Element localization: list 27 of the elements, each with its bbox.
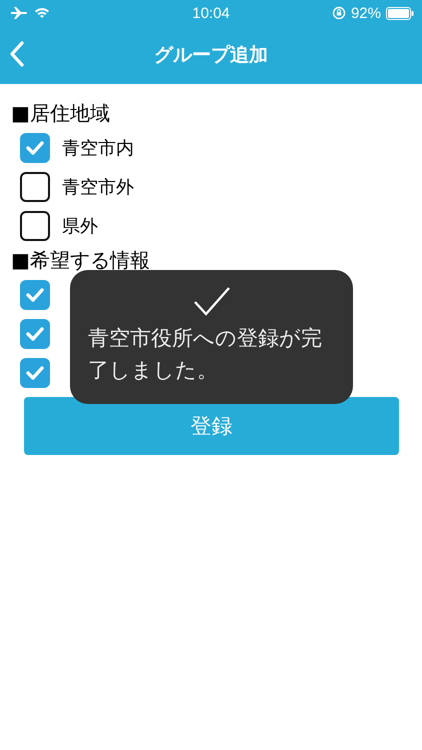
chevron-left-icon — [10, 41, 24, 67]
wifi-icon — [34, 7, 50, 19]
option-label: 県外 — [62, 214, 98, 238]
screen-title: グループ追加 — [154, 43, 268, 68]
checkbox[interactable] — [20, 210, 50, 240]
checkbox[interactable] — [20, 172, 50, 202]
battery-percent: 92% — [350, 4, 381, 22]
back-button[interactable] — [10, 41, 24, 67]
option-label: 青空市外 — [62, 176, 134, 198]
section-heading: ■居住地域 — [11, 100, 111, 127]
section-heading: ■希望する情報 — [11, 247, 151, 274]
checkmark-icon — [25, 286, 45, 302]
toast-message: 青空市役所への登録が完了しました。 — [88, 325, 323, 384]
checkmark-icon — [25, 140, 45, 156]
rotation-lock-icon — [332, 6, 346, 20]
checkbox[interactable] — [20, 132, 50, 162]
checkmark-icon — [25, 326, 45, 342]
checkbox[interactable] — [20, 280, 50, 310]
checkbox[interactable] — [20, 358, 50, 388]
battery-icon — [386, 6, 414, 20]
airplane-icon — [10, 6, 28, 20]
checkbox[interactable] — [20, 318, 50, 348]
status-time: 10:04 — [192, 4, 230, 22]
register-button[interactable]: 登録 — [24, 397, 399, 455]
checkmark-icon — [25, 364, 45, 380]
option-label: 青空市内 — [62, 136, 134, 160]
checkmark-icon — [192, 286, 230, 316]
